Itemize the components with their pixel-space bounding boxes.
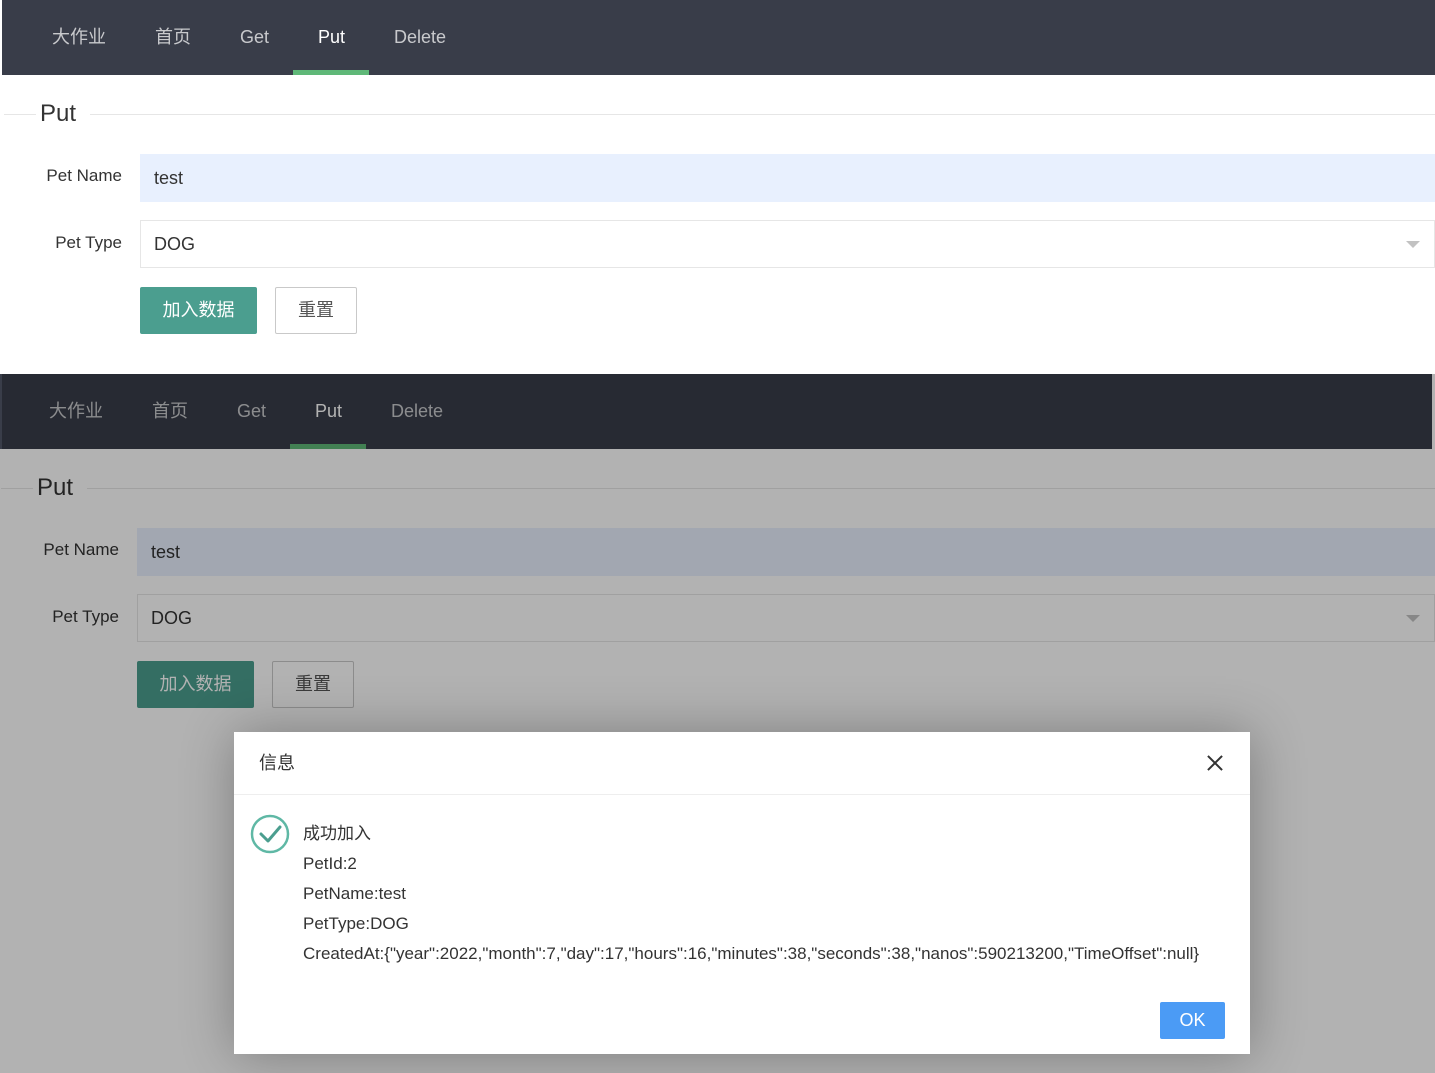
nav-item-get[interactable]: Get: [240, 0, 269, 75]
message-created-at: CreatedAt:{"year":2022,"month":7,"day":1…: [303, 944, 1200, 963]
reset-button[interactable]: 重置: [275, 287, 357, 334]
info-dialog: 信息 成功加入 PetId:2 PetName:test PetType:DOG…: [234, 732, 1250, 1054]
dialog-title: 信息: [259, 753, 295, 773]
pet-type-label: Pet Type: [55, 233, 122, 252]
close-icon[interactable]: [1202, 750, 1228, 776]
nav-active-underline: [293, 70, 369, 75]
pet-type-selected-value: DOG: [154, 234, 196, 254]
nav-item-homework[interactable]: 大作业: [52, 0, 106, 75]
nav-item-put[interactable]: Put: [318, 0, 345, 75]
pet-name-label: Pet Name: [46, 166, 122, 185]
modal-shade-nav: [2, 374, 1435, 449]
add-data-button[interactable]: 加入数据: [140, 287, 257, 334]
message-pet-type: PetType:DOG: [303, 914, 409, 933]
chevron-down-icon: [1406, 241, 1420, 248]
ok-button[interactable]: OK: [1160, 1002, 1225, 1039]
message-pet-name: PetName:test: [303, 884, 406, 903]
dialog-header: 信息: [234, 732, 1250, 795]
message-pet-id: PetId:2: [303, 854, 357, 873]
legend-line-left: [4, 114, 36, 115]
put-page-before: 大作业 首页 Get Put Delete Put Pet Name test …: [0, 0, 1435, 374]
nav-item-delete[interactable]: Delete: [394, 0, 446, 75]
top-navbar: 大作业 首页 Get Put Delete: [2, 0, 1435, 75]
pet-type-select[interactable]: DOG: [140, 220, 1435, 268]
check-circle-icon: [250, 814, 290, 854]
pet-name-input[interactable]: test: [140, 154, 1435, 202]
form-legend: Put: [40, 98, 89, 130]
nav-item-home[interactable]: 首页: [155, 0, 191, 75]
message-status: 成功加入: [303, 824, 371, 843]
legend-line-right: [90, 114, 1435, 115]
